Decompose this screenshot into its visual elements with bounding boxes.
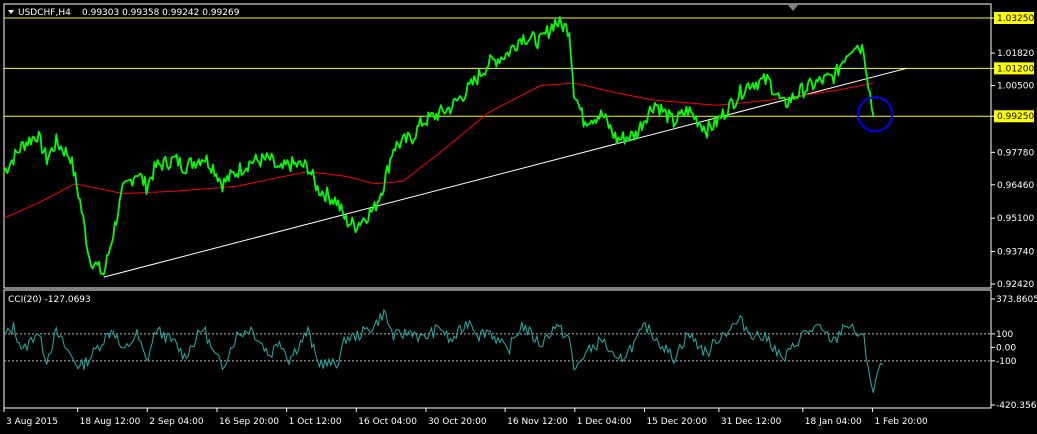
time-tick-label: 18 Jan 04:00 — [805, 417, 862, 427]
price-level-label: 1.03250 — [997, 14, 1034, 24]
chart-symbol: USDCHF,H4 — [18, 8, 71, 18]
menu-triangle-icon[interactable] — [8, 10, 14, 14]
time-tick-label: 30 Oct 20:00 — [428, 417, 487, 427]
cci-tick-label: 0.00 — [996, 343, 1016, 353]
price-level-label: 0.99250 — [997, 112, 1034, 122]
moving-average-line — [3, 82, 874, 219]
shift-marker-icon — [788, 5, 798, 11]
price-level-label: 1.01200 — [997, 64, 1034, 74]
main-panel-frame — [3, 3, 992, 289]
main-plot-layer — [3, 16, 991, 278]
chart-ohlc: 0.99303 0.99358 0.99242 0.99269 — [82, 8, 240, 18]
cci-panel-frame — [3, 289, 992, 409]
time-tick-label: 31 Dec 12:00 — [721, 417, 782, 427]
cci-tick-label: -100 — [996, 357, 1017, 367]
time-axis: 3 Aug 2015 18 Aug 12:00 2 Sep 04:00 16 Sep … — [3, 408, 928, 427]
price-tick-label: 1.01820 — [997, 49, 1034, 59]
time-tick-label: 3 Aug 2015 — [6, 417, 58, 427]
price-axis: 1.03250 1.01820 1.01200 1.00500 0.99250 0.977… — [991, 12, 1034, 290]
cci-title: CCI(20) -127.0693 — [8, 295, 91, 305]
time-tick-label: 16 Sep 20:00 — [219, 417, 279, 427]
time-tick-label: 18 Aug 12:00 — [80, 417, 141, 427]
time-tick-label: 1 Dec 04:00 — [577, 417, 632, 427]
price-tick-label: 1.00500 — [997, 82, 1034, 92]
chart-window: USDCHF,H4 0.99303 0.99358 0.99242 0.9926… — [3, 3, 1037, 427]
cci-axis: 373.8605 100 0.00 -100 -420.3565 — [991, 295, 1037, 411]
time-tick-label: 1 Feb 20:00 — [874, 417, 928, 427]
price-tick-label: 0.93740 — [997, 248, 1034, 258]
trend-line[interactable] — [103, 67, 907, 278]
time-tick-label: 1 Oct 12:00 — [289, 417, 342, 427]
price-tick-label: 0.96460 — [997, 181, 1034, 191]
price-tick-label: 0.95100 — [997, 214, 1034, 224]
cci-tick-label: -420.3565 — [996, 401, 1037, 411]
time-tick-label: 15 Dec 20:00 — [646, 417, 707, 427]
cci-plot-layer — [4, 308, 991, 393]
cci-line — [4, 308, 883, 393]
highlight-circle[interactable] — [857, 96, 894, 133]
cci-tick-label: 373.8605 — [996, 295, 1037, 305]
time-tick-label: 16 Oct 04:00 — [358, 417, 417, 427]
time-tick-label: 2 Sep 04:00 — [149, 417, 204, 427]
price-tick-label: 0.97780 — [997, 148, 1034, 158]
cci-tick-label: 100 — [996, 330, 1013, 340]
time-tick-label: 16 Nov 12:00 — [507, 417, 568, 427]
price-tick-label: 0.92420 — [997, 280, 1034, 290]
price-line — [3, 16, 875, 276]
